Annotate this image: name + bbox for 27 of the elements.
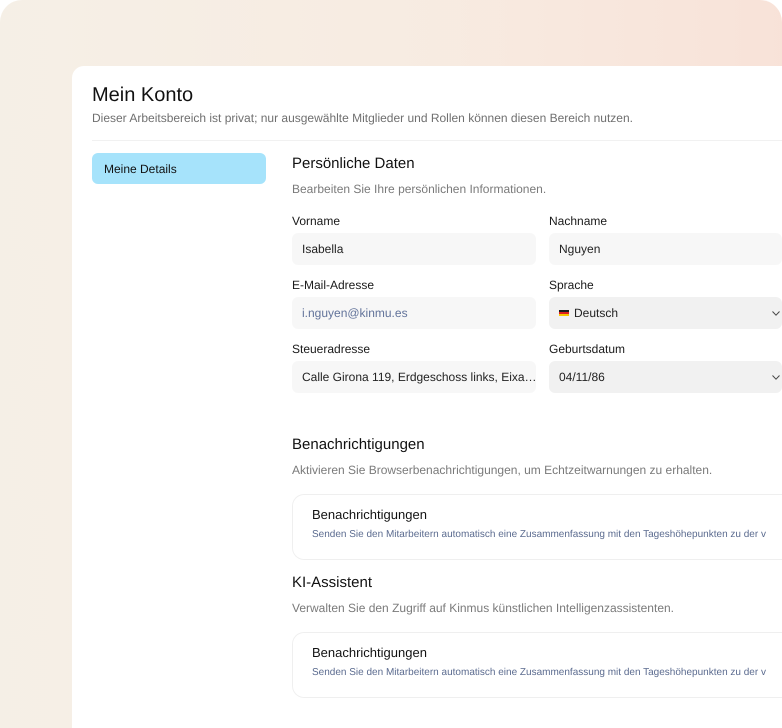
flag-icon bbox=[559, 310, 569, 316]
text-field[interactable]: Nguyen bbox=[549, 233, 782, 265]
section-title: Persönliche Daten bbox=[292, 154, 416, 174]
chevron-down-icon bbox=[772, 374, 780, 380]
dropdown-field[interactable]: Deutsch bbox=[549, 297, 782, 329]
chevron-down-icon bbox=[772, 310, 780, 316]
field-label: Nachname bbox=[549, 213, 608, 229]
page-title: Mein Konto bbox=[92, 83, 194, 107]
section-description: Verwalten Sie den Zugriff auf Kinmus künstlichen Intelligenzassistenten. bbox=[292, 600, 675, 616]
card-title: Benachrichtigungen bbox=[312, 644, 428, 662]
section-title: KI-Assistent bbox=[292, 573, 374, 593]
section-description: Aktivieren Sie Browserbenachrichtigungen, um Echtzeitwarnungen zu erhalten. bbox=[292, 462, 714, 478]
card-title: Benachrichtigungen bbox=[312, 506, 428, 524]
text-field[interactable]: Calle Girona 119, Erdgeschoss links, Eixa… bbox=[292, 361, 536, 393]
field-label: Vorname bbox=[292, 213, 342, 229]
text-field[interactable]: Isabella bbox=[292, 233, 536, 265]
field-label: Steueradresse bbox=[292, 341, 372, 357]
section-title: Benachrichtigungen bbox=[292, 435, 426, 455]
card-description: Senden Sie den Mitarbeitern automatisch eine Zusammenfassung mit den Tageshöhepunkten zu der v bbox=[312, 666, 767, 680]
field-label: Sprache bbox=[549, 277, 595, 293]
section-description: Bearbeiten Sie Ihre persönlichen Informationen. bbox=[292, 181, 548, 197]
field-label: E-Mail-Adresse bbox=[292, 277, 376, 293]
dropdown-field[interactable]: 04/11/86 bbox=[549, 361, 782, 393]
card-description: Senden Sie den Mitarbeitern automatisch eine Zusammenfassung mit den Tageshöhepunkten zu der v bbox=[312, 528, 767, 542]
sidebar-item[interactable]: Meine Details bbox=[92, 153, 266, 184]
page-subtitle: Dieser Arbeitsbereich ist privat; nur ausgewählte Mitglieder und Rollen können diesen Bereich nutzen. bbox=[92, 110, 634, 126]
field-label: Geburtsdatum bbox=[549, 341, 626, 357]
